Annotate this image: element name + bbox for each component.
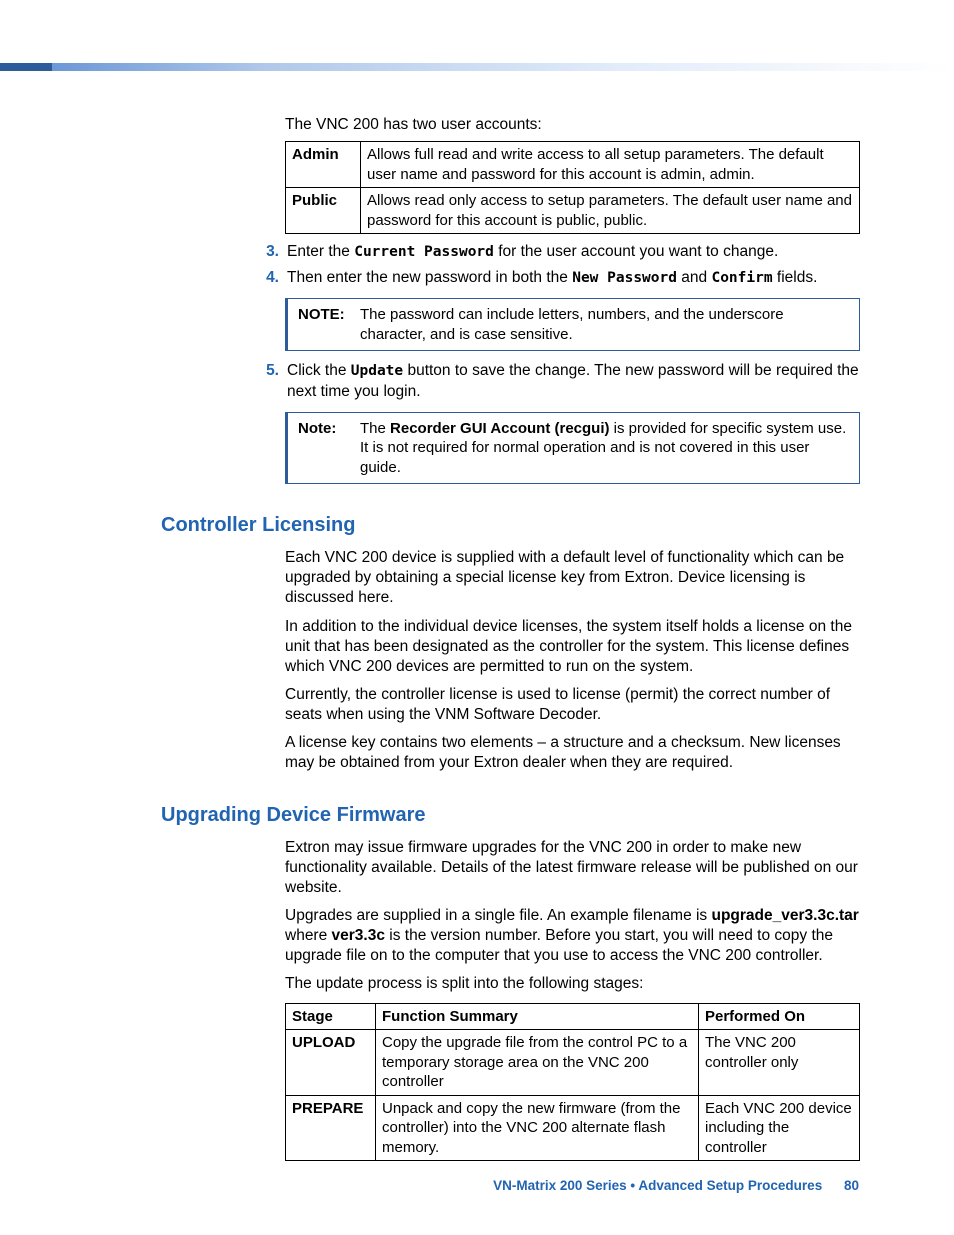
page: The VNC 200 has two user accounts: Admin… — [0, 0, 954, 1235]
bold-text: PREPARE — [292, 1100, 363, 1117]
note-label: Note: — [298, 419, 360, 478]
paragraph: The update process is split into the fol… — [285, 974, 860, 994]
stage-summary: Copy the upgrade file from the control P… — [376, 1030, 699, 1096]
note-label: NOTE: — [298, 305, 360, 344]
stage-name: PREPARE — [286, 1095, 376, 1161]
note-text: The password can include letters, number… — [360, 305, 849, 344]
table-row: Admin Allows full read and write access … — [286, 142, 860, 188]
text-fragment: and — [677, 269, 711, 286]
firmware-body: Extron may issue firmware upgrades for t… — [285, 838, 860, 995]
note-box: NOTE: The password can include letters, … — [285, 298, 860, 351]
note-text: The Recorder GUI Account (recgui) is pro… — [360, 419, 849, 478]
step-3: 3. Enter the Current Password for the us… — [253, 242, 860, 262]
stages-table: Stage Function Summary Performed On UPLO… — [285, 1003, 860, 1162]
col-header: Performed On — [699, 1003, 860, 1030]
col-header: Stage — [286, 1003, 376, 1030]
step-number: 4. — [253, 268, 287, 288]
section-heading-firmware: Upgrading Device Firmware — [161, 802, 860, 828]
step-number: 3. — [253, 242, 287, 262]
table-row: Public Allows read only access to setup … — [286, 188, 860, 234]
account-desc: Allows full read and write access to all… — [361, 142, 860, 188]
stage-summary: Unpack and copy the new firmware (from t… — [376, 1095, 699, 1161]
text-fragment: fields. — [773, 269, 818, 286]
step-text: Enter the Current Password for the user … — [287, 242, 860, 262]
content-area: The VNC 200 has two user accounts: Admin… — [285, 115, 860, 1161]
text-fragment: Then enter the new password in both the — [287, 269, 572, 286]
account-name: Admin — [286, 142, 361, 188]
text-fragment: for the user account you want to change. — [494, 243, 778, 260]
code-text: Update — [351, 363, 403, 379]
header-gradient — [0, 63, 954, 71]
paragraph: In addition to the individual device lic… — [285, 617, 860, 677]
steps-list-continued: 5. Click the Update button to save the c… — [253, 361, 860, 401]
account-desc: Allows read only access to setup paramet… — [361, 188, 860, 234]
text-fragment: Enter the — [287, 243, 354, 260]
bold-text: Recorder GUI Account (recgui) — [390, 420, 609, 437]
bold-text: UPLOAD — [292, 1034, 355, 1051]
step-5: 5. Click the Update button to save the c… — [253, 361, 860, 401]
step-4: 4. Then enter the new password in both t… — [253, 268, 860, 288]
page-number: 80 — [844, 1177, 859, 1195]
bold-text: upgrade_ver3.3c.tar — [712, 907, 859, 924]
footer-text: VN-Matrix 200 Series • Advanced Setup Pr… — [493, 1178, 822, 1193]
paragraph: Each VNC 200 device is supplied with a d… — [285, 548, 860, 608]
text-fragment: Upgrades are supplied in a single file. … — [285, 907, 712, 924]
paragraph: Upgrades are supplied in a single file. … — [285, 906, 860, 966]
stage-performed-on: The VNC 200 controller only — [699, 1030, 860, 1096]
account-name: Public — [286, 188, 361, 234]
step-number: 5. — [253, 361, 287, 381]
code-text: Current Password — [354, 244, 494, 260]
page-footer: VN-Matrix 200 Series • Advanced Setup Pr… — [493, 1177, 859, 1195]
bold-text: ver3.3c — [332, 927, 385, 944]
paragraph: Extron may issue firmware upgrades for t… — [285, 838, 860, 898]
section-heading-licensing: Controller Licensing — [161, 512, 860, 538]
code-text: Confirm — [711, 270, 772, 286]
stage-name: UPLOAD — [286, 1030, 376, 1096]
text-fragment: where — [285, 927, 332, 944]
step-text: Click the Update button to save the chan… — [287, 361, 860, 401]
paragraph: A license key contains two elements – a … — [285, 733, 860, 773]
header-accent-block — [0, 63, 52, 71]
steps-list: 3. Enter the Current Password for the us… — [253, 242, 860, 288]
step-text: Then enter the new password in both the … — [287, 268, 860, 288]
col-header: Function Summary — [376, 1003, 699, 1030]
accounts-table: Admin Allows full read and write access … — [285, 141, 860, 234]
table-header-row: Stage Function Summary Performed On — [286, 1003, 860, 1030]
note-box: Note: The Recorder GUI Account (recgui) … — [285, 412, 860, 485]
paragraph: Currently, the controller license is use… — [285, 685, 860, 725]
stage-performed-on: Each VNC 200 device including the contro… — [699, 1095, 860, 1161]
table-row: PREPARE Unpack and copy the new firmware… — [286, 1095, 860, 1161]
table-row: UPLOAD Copy the upgrade file from the co… — [286, 1030, 860, 1096]
text-fragment: Click the — [287, 362, 351, 379]
text-fragment: The — [360, 420, 390, 437]
licensing-body: Each VNC 200 device is supplied with a d… — [285, 548, 860, 773]
intro-text: The VNC 200 has two user accounts: — [285, 115, 860, 135]
code-text: New Password — [572, 270, 677, 286]
